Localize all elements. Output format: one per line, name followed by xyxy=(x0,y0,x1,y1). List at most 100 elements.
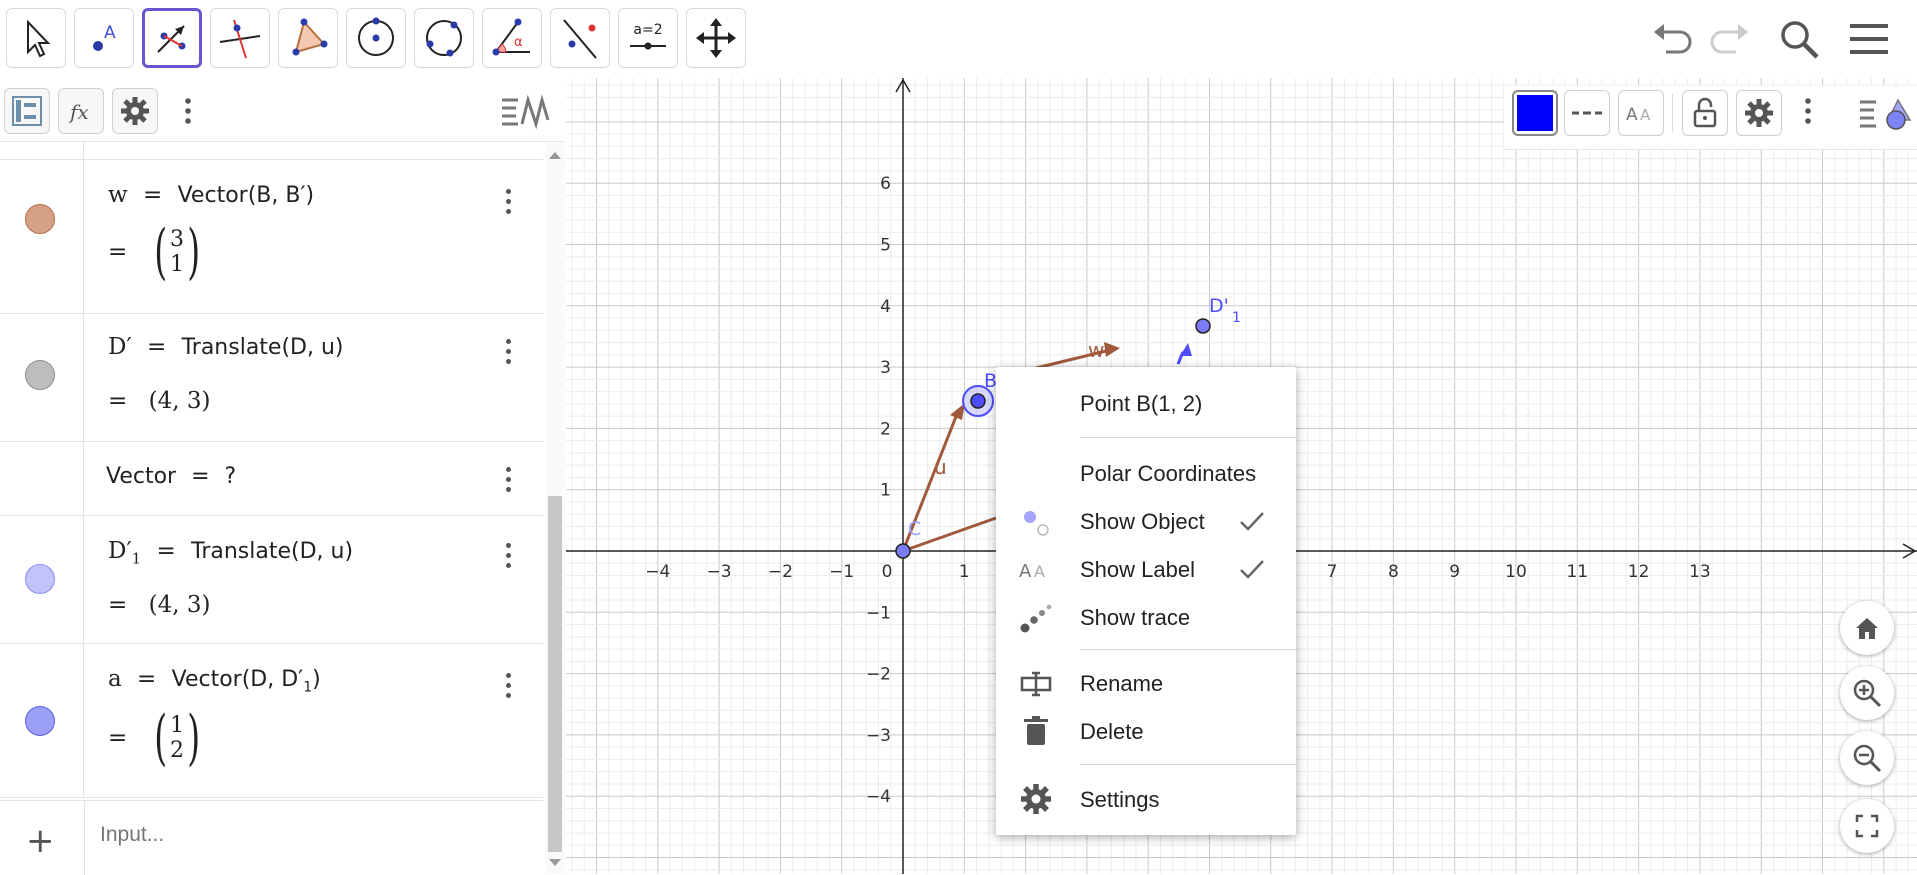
circle-three-points-tool[interactable] xyxy=(414,8,474,68)
menu-item-settings[interactable]: Settings xyxy=(996,775,1296,823)
algebra-row-d1prime[interactable]: D′1 = Translate(D, u) = (4, 3) xyxy=(0,516,543,644)
row-more-button[interactable] xyxy=(496,540,520,570)
x-tick-label: 11 xyxy=(1566,562,1588,582)
visibility-marble[interactable] xyxy=(25,706,55,736)
standard-view-button[interactable] xyxy=(1840,601,1894,655)
color-button[interactable] xyxy=(1512,90,1558,136)
perpendicular-line-tool[interactable] xyxy=(210,8,270,68)
menu-item-show-object[interactable]: Show Object xyxy=(996,497,1296,545)
menu-item-delete[interactable]: Delete xyxy=(996,707,1296,755)
definition-text: ? xyxy=(224,464,237,489)
algebra-style-bar-toggle[interactable] xyxy=(500,92,552,132)
color-swatch xyxy=(1517,95,1553,131)
move-graphics-tool[interactable] xyxy=(686,8,746,68)
point-c[interactable] xyxy=(895,543,911,559)
undo-button[interactable] xyxy=(1648,14,1698,64)
line-style-icon xyxy=(1572,111,1602,115)
search-button[interactable] xyxy=(1774,14,1824,64)
row-more-button[interactable] xyxy=(496,186,520,216)
definition[interactable]: a = Vector(D, D′1) xyxy=(108,666,321,695)
tree-view-button[interactable] xyxy=(4,88,50,134)
algebra-settings-button[interactable] xyxy=(112,88,158,134)
menu-item-polar-coordinates[interactable]: Polar Coordinates xyxy=(996,449,1296,497)
algebra-row-w[interactable]: w = Vector(B, B′) = ( 31 ) xyxy=(0,160,543,314)
add-button[interactable]: + xyxy=(26,821,55,861)
x-tick-label: 9 xyxy=(1449,562,1460,582)
redo-button[interactable] xyxy=(1704,14,1754,64)
zoom-in-button[interactable] xyxy=(1840,666,1894,720)
algebra-row-vector[interactable]: Vector = ? xyxy=(0,442,543,516)
circle-center-point-tool[interactable] xyxy=(346,8,406,68)
svg-text:A: A xyxy=(1034,562,1045,581)
y-tick-label: −3 xyxy=(866,726,891,746)
algebra-more-button[interactable] xyxy=(176,88,200,134)
polygon-tool[interactable] xyxy=(278,8,338,68)
scrollbar-thumb[interactable] xyxy=(548,496,562,852)
graphics-style-bar: AA xyxy=(1504,86,1917,150)
algebra-row-dprime[interactable]: D′ = Translate(D, u) = (4, 3) xyxy=(0,314,543,442)
style-bar-more-button[interactable] xyxy=(1804,96,1812,131)
move-tool[interactable] xyxy=(6,8,66,68)
graphics-style-bar-toggle[interactable] xyxy=(1858,94,1912,139)
more-vertical-icon xyxy=(185,98,191,124)
main-menu-button[interactable] xyxy=(1844,14,1894,64)
x-tick-label: 13 xyxy=(1689,562,1711,582)
menu-item-label: Show trace xyxy=(1080,605,1191,630)
move-graphics-icon xyxy=(696,18,736,58)
definition[interactable]: D′1 = Translate(D, u) xyxy=(108,538,353,568)
arrow-cursor-icon xyxy=(27,19,51,58)
context-menu: Point B(1, 2) Polar Coordinates Show Obj… xyxy=(996,367,1296,835)
equals: = xyxy=(156,538,176,564)
show-object-icon xyxy=(1024,511,1049,536)
result: (4, 3) xyxy=(148,592,211,618)
angle-tool[interactable]: α xyxy=(482,8,542,68)
object-settings-button[interactable] xyxy=(1736,90,1782,136)
undo-icon xyxy=(1654,24,1692,54)
zoom-out-button[interactable] xyxy=(1840,731,1894,785)
equals: = xyxy=(108,388,128,414)
definition[interactable]: w = Vector(B, B′) xyxy=(108,182,314,208)
row-more-button[interactable] xyxy=(496,670,520,700)
vector-y: 1 xyxy=(170,252,185,277)
svg-text:A: A xyxy=(104,23,116,43)
lhs: Vector xyxy=(106,464,177,489)
menu-item-show-trace[interactable]: Show trace xyxy=(996,593,1296,641)
point-b[interactable] xyxy=(970,393,986,409)
row-more-button[interactable] xyxy=(496,464,520,494)
slider-tool[interactable]: a=2 xyxy=(618,8,678,68)
algebra-row-a[interactable]: a = Vector(D, D′1) = ( 12 ) xyxy=(0,644,543,798)
definition[interactable]: Vector = ? xyxy=(106,464,236,489)
result: (4, 3) xyxy=(148,388,211,414)
visibility-marble[interactable] xyxy=(25,564,55,594)
y-tick-label: −2 xyxy=(866,665,891,685)
point-tool[interactable]: A xyxy=(74,8,134,68)
y-tick-label: 5 xyxy=(880,236,891,256)
definition-suffix: ) xyxy=(312,667,321,692)
equals: = xyxy=(108,592,128,618)
algebra-header: fx xyxy=(0,78,565,142)
perpendicular-icon xyxy=(219,19,261,59)
x-tick-label: 10 xyxy=(1505,562,1527,582)
menu-item-rename[interactable]: Rename xyxy=(996,659,1296,707)
definition[interactable]: D′ = Translate(D, u) xyxy=(108,334,344,360)
algebra-input[interactable] xyxy=(100,823,500,847)
point-d1prime[interactable] xyxy=(1195,318,1211,334)
label-style-icon: AA xyxy=(1626,105,1651,125)
algebra-row-partial[interactable] xyxy=(0,142,543,160)
reflect-tool[interactable] xyxy=(550,8,610,68)
label-style-button[interactable]: AA xyxy=(1618,90,1664,136)
visibility-marble[interactable] xyxy=(25,360,55,390)
fx-button[interactable]: fx xyxy=(58,88,104,134)
definition-text: Vector(B, B′) xyxy=(177,183,315,208)
lhs: a xyxy=(108,666,122,692)
lock-button[interactable] xyxy=(1682,90,1728,136)
line-style-button[interactable] xyxy=(1564,90,1610,136)
separator xyxy=(1080,649,1296,650)
vector-y: 2 xyxy=(170,738,185,763)
x-tick-label: −3 xyxy=(707,562,732,582)
visibility-marble[interactable] xyxy=(25,204,55,234)
fullscreen-button[interactable] xyxy=(1840,799,1894,853)
menu-item-show-label[interactable]: AA Show Label xyxy=(996,545,1296,593)
row-more-button[interactable] xyxy=(496,336,520,366)
vector-tool[interactable] xyxy=(142,8,202,68)
